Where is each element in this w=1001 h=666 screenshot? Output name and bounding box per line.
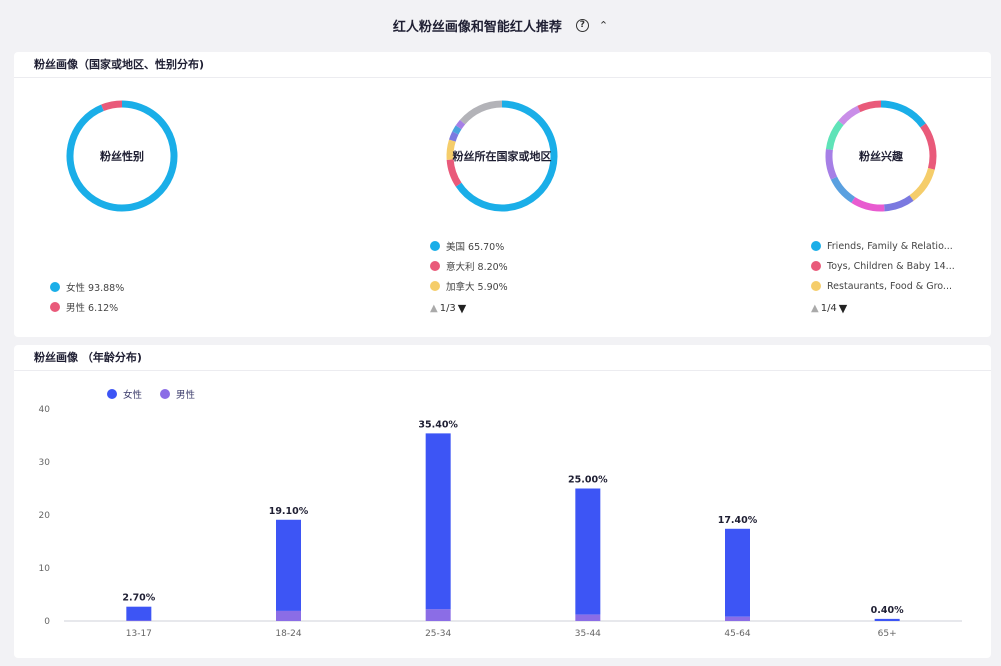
legend-label: 美国 65.70% (446, 242, 505, 253)
data-label: 25.00% (568, 475, 608, 486)
bar-female-65+ (874, 618, 900, 621)
legend-item-country-2[interactable]: 意大利 8.20% (430, 256, 508, 276)
legend-item-country-3[interactable]: 加拿大 5.90% (430, 276, 508, 296)
gender-legend: 女性 93.88% 男性 6.12% (50, 277, 124, 317)
x-tick-label: 65+ (878, 629, 897, 639)
y-tick-label: 40 (39, 405, 51, 415)
interest-dot-icon (811, 281, 821, 291)
bar-female-13-17 (126, 606, 152, 621)
legend-label: Restaurants, Food & Gro... (827, 280, 952, 292)
female-dot-icon (50, 282, 60, 292)
gender-donut-label: 粉丝性别 (100, 150, 144, 163)
data-label: 2.70% (122, 593, 155, 604)
interest-dot-icon (811, 241, 821, 251)
y-tick-label: 30 (39, 458, 51, 468)
data-label: 0.40% (871, 605, 904, 616)
legend-item-interest-1[interactable]: Friends, Family & Relatio... (811, 236, 955, 256)
legend-label: 意大利 8.20% (446, 262, 508, 273)
section-title: 红人粉丝画像和智能红人推荐 (392, 19, 562, 35)
country-dot-icon (430, 261, 440, 271)
country-donut[interactable]: 粉丝所在国家或地区 (444, 98, 560, 214)
country-donut-label: 粉丝所在国家或地区 (452, 150, 552, 163)
bar-female-35-44 (575, 488, 601, 615)
country-pager: ▲ 1/3 ▼ (430, 302, 466, 315)
bar-male-13-17 (126, 620, 152, 621)
data-label: 19.10% (269, 506, 309, 517)
legend-item-male[interactable]: 男性 6.12% (50, 297, 124, 317)
bar-male-35-44 (575, 614, 601, 621)
legend-item-interest-2[interactable]: Toys, Children & Baby 14... (811, 256, 955, 276)
legend-item-female[interactable]: 女性 93.88% (50, 277, 124, 297)
x-tick-label: 25-34 (425, 629, 451, 639)
data-label: 17.40% (718, 515, 758, 526)
page-up-icon[interactable]: ▲ (430, 303, 438, 314)
age-card: 粉丝画像 （年龄分布) 女性 男性 0 10 20 30 40 2.70% 13-17 19.… (14, 345, 991, 658)
age-card-title: 粉丝画像 （年龄分布) (14, 345, 991, 371)
x-tick-label: 35-44 (575, 629, 601, 639)
legend-label: 女性 93.88% (66, 283, 125, 294)
portrait-card: 粉丝画像（国家或地区、性别分布) 粉丝性别 女性 93.88% 男性 6.12%… (14, 52, 991, 337)
legend-label: 男性 6.12% (66, 303, 119, 314)
bar-female-18-24 (276, 519, 301, 611)
legend-label: Friends, Family & Relatio... (827, 240, 953, 252)
section-header: 红人粉丝画像和智能红人推荐 ? ⌃ (0, 0, 1001, 50)
portrait-card-title: 粉丝画像（国家或地区、性别分布) (14, 52, 991, 78)
legend-label: Toys, Children & Baby 14... (827, 260, 955, 272)
page-indicator: 1/3 (439, 303, 456, 314)
interest-donut[interactable]: 粉丝兴趣 (823, 98, 939, 214)
country-dot-icon (430, 281, 440, 291)
interest-donut-label: 粉丝兴趣 (859, 150, 903, 163)
x-tick-label: 45-64 (724, 629, 750, 639)
legend-label: 加拿大 5.90% (446, 282, 508, 293)
interest-pager: ▲ 1/4 ▼ (811, 302, 847, 315)
bar-female-45-64 (725, 528, 750, 617)
male-dot-icon (50, 302, 60, 312)
country-legend: 美国 65.70% 意大利 8.20% 加拿大 5.90% (430, 236, 508, 296)
bar-male-25-34 (425, 609, 451, 621)
bar-male-18-24 (276, 610, 301, 621)
interest-dot-icon (811, 261, 821, 271)
bar-male-45-64 (725, 616, 750, 621)
question-circle-icon[interactable]: ? (575, 18, 589, 32)
age-bar-chart: 0 10 20 30 40 2.70% 13-17 19.10% 18-24 35.40% 25-3… (39, 405, 962, 639)
data-label: 35.40% (418, 419, 458, 430)
bar-female-25-34 (425, 433, 451, 610)
x-tick-label: 18-24 (275, 629, 301, 639)
page-up-icon[interactable]: ▲ (811, 303, 819, 314)
legend-item-interest-3[interactable]: Restaurants, Food & Gro... (811, 276, 955, 296)
page-down-icon[interactable]: ▼ (458, 302, 466, 315)
y-tick-label: 0 (44, 617, 50, 627)
y-tick-label: 10 (39, 564, 51, 574)
gender-donut[interactable]: 粉丝性别 (64, 98, 180, 214)
x-tick-label: 13-17 (126, 629, 152, 639)
y-tick-label: 20 (39, 511, 51, 521)
chevron-up-icon[interactable]: ⌃ (599, 19, 608, 32)
legend-item-country-1[interactable]: 美国 65.70% (430, 236, 508, 256)
page-down-icon[interactable]: ▼ (839, 302, 847, 315)
interest-legend: Friends, Family & Relatio... Toys, Child… (811, 236, 955, 296)
country-dot-icon (430, 241, 440, 251)
page-indicator: 1/4 (820, 303, 837, 314)
